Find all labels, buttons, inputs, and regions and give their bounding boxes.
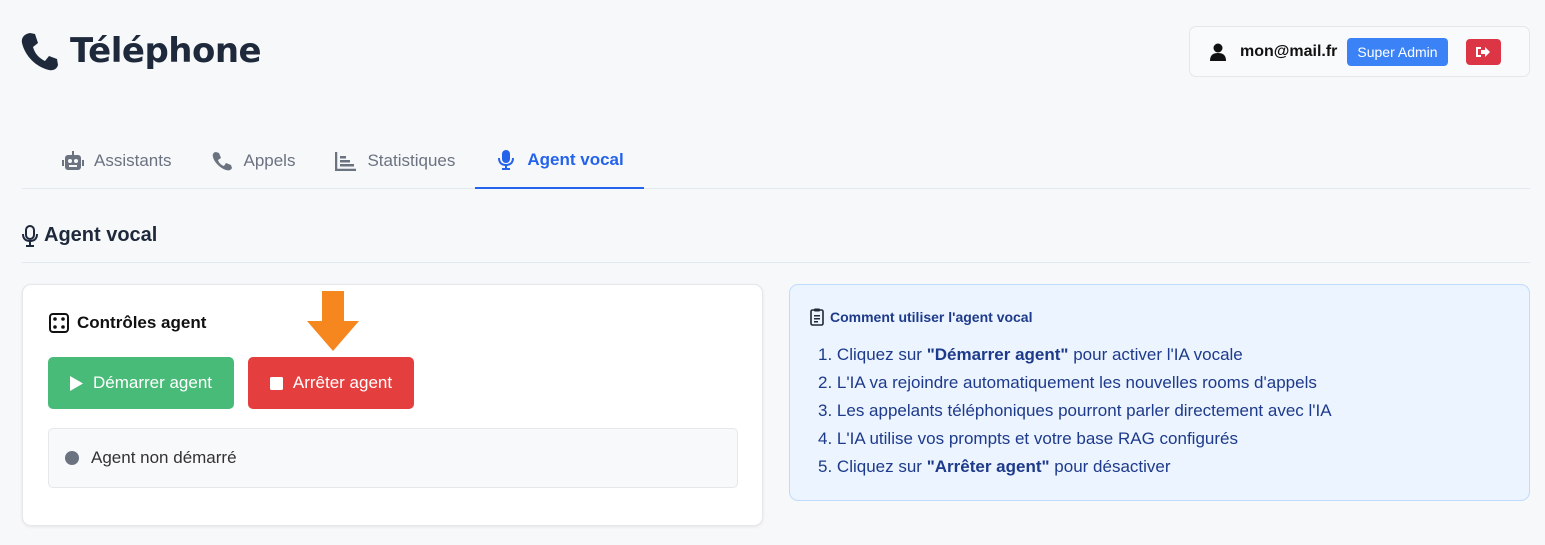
tab-bar: Assistants Appels Statistiques Agent voc… (22, 132, 1530, 189)
play-icon (69, 375, 83, 391)
tab-statistiques[interactable]: Statistiques (315, 132, 475, 189)
start-agent-button[interactable]: Démarrer agent (48, 357, 234, 409)
agent-status: Agent non démarré (48, 428, 738, 488)
card-title: Contrôles agent (49, 313, 206, 333)
user-panel: mon@mail.fr Super Admin (1189, 26, 1530, 77)
role-badge: Super Admin (1347, 37, 1448, 66)
divider (22, 262, 1530, 263)
phone-icon (213, 151, 233, 170)
tab-label: Assistants (94, 150, 172, 170)
section-title: Agent vocal (22, 224, 157, 247)
chart-icon (335, 151, 357, 171)
card-title-text: Contrôles agent (77, 313, 207, 332)
list-item: 4. L'IA utilise vos prompts et votre bas… (818, 429, 1238, 448)
tab-label: Statistiques (367, 150, 456, 170)
list-item: 3. Les appelants téléphoniques pourront … (818, 401, 1332, 420)
microphone-icon (22, 224, 38, 247)
status-text: Agent non démarré (91, 448, 237, 467)
stop-agent-button[interactable]: Arrêter agent (248, 357, 414, 409)
help-steps: 1. Cliquez sur "Démarrer agent" pour act… (818, 341, 1332, 481)
tab-label: Appels (243, 150, 296, 170)
help-title-text: Comment utiliser l'agent vocal (830, 309, 1033, 325)
tab-assistants[interactable]: Assistants (22, 132, 191, 189)
agent-controls-card: Contrôles agent Démarrer agent Arrêter a… (22, 284, 763, 526)
user-icon (1210, 43, 1226, 61)
list-item: 1. Cliquez sur "Démarrer agent" pour act… (818, 345, 1243, 364)
phone-icon (21, 33, 58, 71)
stop-agent-label: Arrêter agent (292, 373, 393, 392)
list-item: 2. L'IA va rejoindre automatiquement les… (818, 373, 1317, 392)
help-card: Comment utiliser l'agent vocal 1. Clique… (789, 284, 1530, 501)
dice-icon (49, 313, 69, 333)
stop-icon (269, 376, 283, 390)
tab-agent-vocal[interactable]: Agent vocal (475, 132, 644, 189)
tab-appels[interactable]: Appels (191, 132, 315, 189)
microphone-icon (498, 149, 515, 170)
page-title: Téléphone (70, 31, 262, 71)
status-dot (65, 451, 79, 465)
page-header: Téléphone (20, 30, 262, 72)
sign-out-icon (1476, 46, 1491, 57)
help-title: Comment utiliser l'agent vocal (810, 308, 1033, 326)
arrow-down-icon (307, 291, 359, 351)
clipboard-icon (810, 308, 824, 326)
list-item: 5. Cliquez sur "Arrêter agent" pour désa… (818, 457, 1171, 476)
robot-icon (62, 150, 84, 170)
tab-label: Agent vocal (527, 149, 624, 169)
start-agent-label: Démarrer agent (92, 373, 213, 392)
section-title-text: Agent vocal (44, 224, 158, 246)
user-email: mon@mail.fr (1240, 42, 1338, 60)
logout-button[interactable] (1465, 38, 1501, 65)
